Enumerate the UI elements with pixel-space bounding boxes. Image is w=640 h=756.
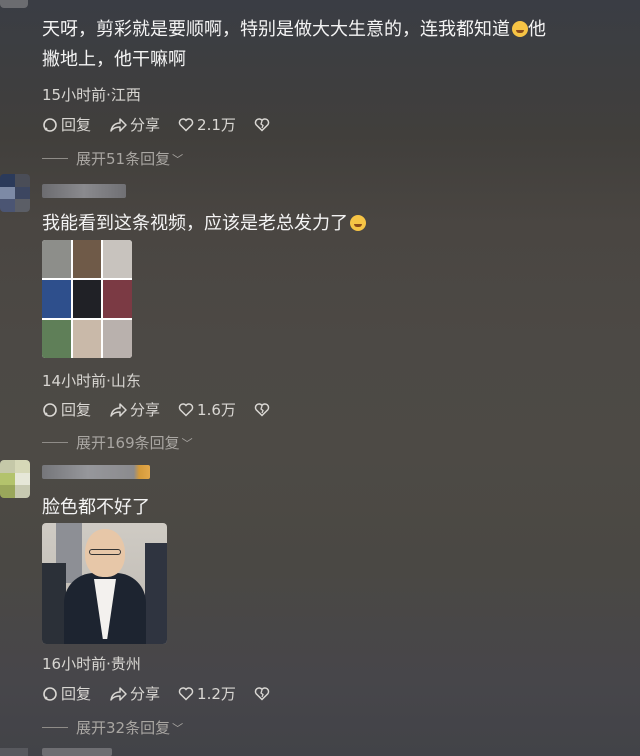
like-button[interactable]: 1.6万 [178, 399, 236, 420]
reply-button[interactable]: 回复 [42, 683, 91, 704]
expand-replies[interactable]: 展开32条回复 ﹀ [42, 717, 183, 738]
heart-icon [178, 118, 194, 132]
grinning-emoji-icon [350, 215, 366, 231]
broken-heart-icon [254, 118, 270, 132]
share-button[interactable]: 分享 [109, 399, 160, 420]
comment-text: 我能看到这条视频，应该是老总发力了 [42, 210, 366, 238]
comment-text: 脸色都不好了 [42, 497, 150, 518]
comment-item: 脸色都不好了 16小时前·贵州 回复 分享 1.2万 展开32条回复 ﹀ [0, 456, 640, 746]
comment-text: 天呀，剪彩就是要顺啊，特别是做大大生意的，连我都知道他 [42, 19, 546, 40]
username-blurred[interactable] [42, 184, 126, 198]
divider [42, 158, 68, 159]
expand-replies[interactable]: 展开51条回复 ﹀ [42, 148, 183, 169]
laughing-emoji-icon [512, 21, 528, 37]
heart-icon [178, 687, 194, 701]
broken-heart-icon [254, 403, 270, 417]
dislike-button[interactable] [254, 117, 273, 132]
username-blurred[interactable] [42, 748, 112, 756]
share-arrow-icon [110, 117, 127, 132]
comment-meta: 16小时前·贵州 [42, 655, 141, 673]
broken-heart-icon [254, 687, 270, 701]
dislike-button[interactable] [254, 402, 273, 417]
share-button[interactable]: 分享 [109, 683, 160, 704]
chevron-down-icon: ﹀ [172, 152, 184, 166]
dislike-button[interactable] [254, 686, 273, 701]
comment-bubble-icon [43, 402, 57, 417]
comment-meta: 14小时前·山东 [42, 372, 141, 390]
username-blurred[interactable] [42, 465, 150, 479]
comment-photo[interactable] [42, 523, 167, 644]
like-button[interactable]: 2.1万 [178, 114, 236, 135]
comment-actions: 回复 分享 1.2万 [42, 683, 291, 704]
comment-text-line2: 撇地上，他干嘛啊 [42, 49, 186, 70]
divider [42, 442, 68, 443]
share-arrow-icon [110, 402, 127, 417]
comment-actions: 回复 分享 2.1万 [42, 114, 291, 135]
avatar[interactable] [0, 748, 28, 756]
reply-button[interactable]: 回复 [42, 399, 91, 420]
comment-meta: 15小时前·江西 [42, 86, 141, 104]
comment-bubble-icon [43, 686, 57, 701]
chevron-down-icon: ﹀ [172, 721, 184, 735]
comment-item: 天呀，剪彩就是要顺啊，特别是做大大生意的，连我都知道他 撇地上，他干嘛啊 15小… [0, 0, 640, 172]
expand-replies[interactable]: 展开169条回复 ﹀ [42, 432, 193, 453]
avatar[interactable] [0, 460, 30, 498]
chevron-down-icon: ﹀ [181, 436, 193, 450]
heart-icon [178, 403, 194, 417]
comment-item: 我能看到这条视频，应该是老总发力了 14小时前·山东 回复 分享 1.6万 展开 [0, 172, 640, 456]
reply-button[interactable]: 回复 [42, 114, 91, 135]
image-grid[interactable] [42, 240, 132, 358]
share-arrow-icon [110, 686, 127, 701]
avatar[interactable] [0, 174, 30, 212]
like-button[interactable]: 1.2万 [178, 683, 236, 704]
comment-actions: 回复 分享 1.6万 [42, 399, 291, 420]
divider [42, 727, 68, 728]
comment-bubble-icon [43, 117, 57, 132]
share-button[interactable]: 分享 [109, 114, 160, 135]
